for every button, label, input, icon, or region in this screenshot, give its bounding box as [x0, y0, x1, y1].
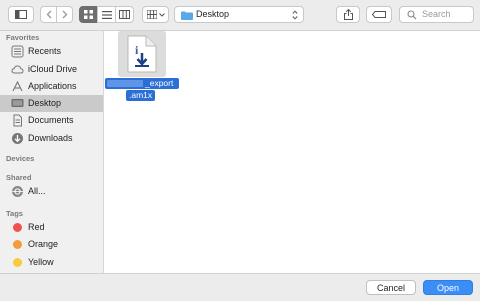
sidebar-item-documents[interactable]: Documents: [0, 112, 103, 129]
sidebar-item-shared-all[interactable]: All...: [0, 183, 103, 200]
sidebar-item-label: Downloads: [28, 133, 73, 143]
grid-icon: [84, 10, 93, 19]
list-icon: [101, 10, 112, 19]
location-label: Desktop: [196, 9, 230, 19]
file-name-line-1[interactable]: _export: [105, 78, 179, 89]
dialog-footer: Cancel Open: [0, 273, 480, 301]
sidebar-item-label: Applications: [28, 81, 77, 91]
icon-view-button[interactable]: [79, 6, 98, 23]
share-icon: [343, 9, 353, 20]
list-view-button[interactable]: [97, 6, 116, 23]
sidebar-item-label: Orange: [28, 239, 59, 249]
back-button[interactable]: [40, 6, 57, 23]
file-name-suffix: _export: [145, 78, 174, 88]
sidebar-item-tag-yellow[interactable]: Yellow: [0, 254, 103, 271]
sidebar-icon: [15, 10, 27, 19]
sidebar-item-tag-orange[interactable]: Orange: [0, 236, 103, 253]
file-browser-content: i _export .am1x: [104, 31, 480, 273]
sidebar-item-icloud-drive[interactable]: iCloud Drive: [0, 61, 103, 78]
sidebar-toggle-button[interactable]: [8, 6, 34, 23]
sidebar-item-label: Red: [28, 222, 45, 232]
file-name-extension[interactable]: .am1x: [126, 90, 156, 101]
chevron-left-icon: [46, 10, 51, 19]
chevron-right-icon: [62, 10, 67, 19]
grid-group-icon: [146, 10, 157, 19]
network-icon: [12, 186, 23, 197]
sidebar-item-label: Desktop: [28, 98, 62, 108]
updown-chevron-icon: [292, 10, 298, 20]
sidebar-item-desktop[interactable]: Desktop: [0, 95, 103, 112]
orange-tag-dot-icon: [13, 240, 22, 249]
share-button[interactable]: [336, 6, 360, 23]
search-field[interactable]: Search: [399, 6, 474, 23]
cancel-button[interactable]: Cancel: [366, 280, 416, 295]
sidebar-item-label: iCloud Drive: [28, 64, 78, 74]
devices-header: Devices: [6, 154, 35, 163]
cloud-icon: [11, 65, 24, 74]
location-popup[interactable]: Desktop: [174, 6, 304, 23]
applications-icon: [12, 80, 23, 92]
tag-icon: [372, 11, 386, 18]
recents-icon: [11, 45, 24, 58]
sidebar-item-label: Yellow: [28, 257, 54, 267]
favorites-header: Favorites: [6, 33, 40, 42]
column-view-button[interactable]: [115, 6, 134, 23]
desktop-icon: [11, 99, 24, 107]
search-placeholder: Search: [422, 9, 451, 19]
open-button[interactable]: Open: [423, 280, 473, 295]
yellow-tag-dot-icon: [13, 258, 22, 267]
shared-header: Shared: [6, 173, 32, 182]
sidebar-item-recents[interactable]: Recents: [0, 43, 103, 60]
sidebar-item-tag-red[interactable]: Red: [0, 219, 103, 236]
group-view-button[interactable]: [142, 6, 169, 23]
file-thumbnail[interactable]: i: [118, 31, 166, 77]
sidebar-item-label: Documents: [28, 115, 74, 125]
toolbar: Desktop Search: [0, 0, 480, 31]
tag-button[interactable]: [366, 6, 392, 23]
search-icon: [407, 10, 417, 20]
sidebar-item-label: All...: [28, 186, 46, 196]
folder-icon: [181, 11, 193, 20]
redacted-name: [107, 80, 143, 87]
download-icon: [12, 133, 23, 144]
document-icon: [13, 114, 22, 127]
sidebar-item-applications[interactable]: Applications: [0, 78, 103, 95]
columns-icon: [119, 10, 130, 19]
chevron-down-icon: [158, 12, 165, 17]
info-document-icon: i: [127, 35, 157, 73]
sidebar-item-label: Recents: [28, 46, 62, 56]
forward-button[interactable]: [56, 6, 73, 23]
tags-header: Tags: [6, 209, 23, 218]
red-tag-dot-icon: [13, 223, 22, 232]
sidebar: Favorites Recents iCloud Drive Applicati…: [0, 31, 104, 273]
sidebar-item-downloads[interactable]: Downloads: [0, 130, 103, 147]
